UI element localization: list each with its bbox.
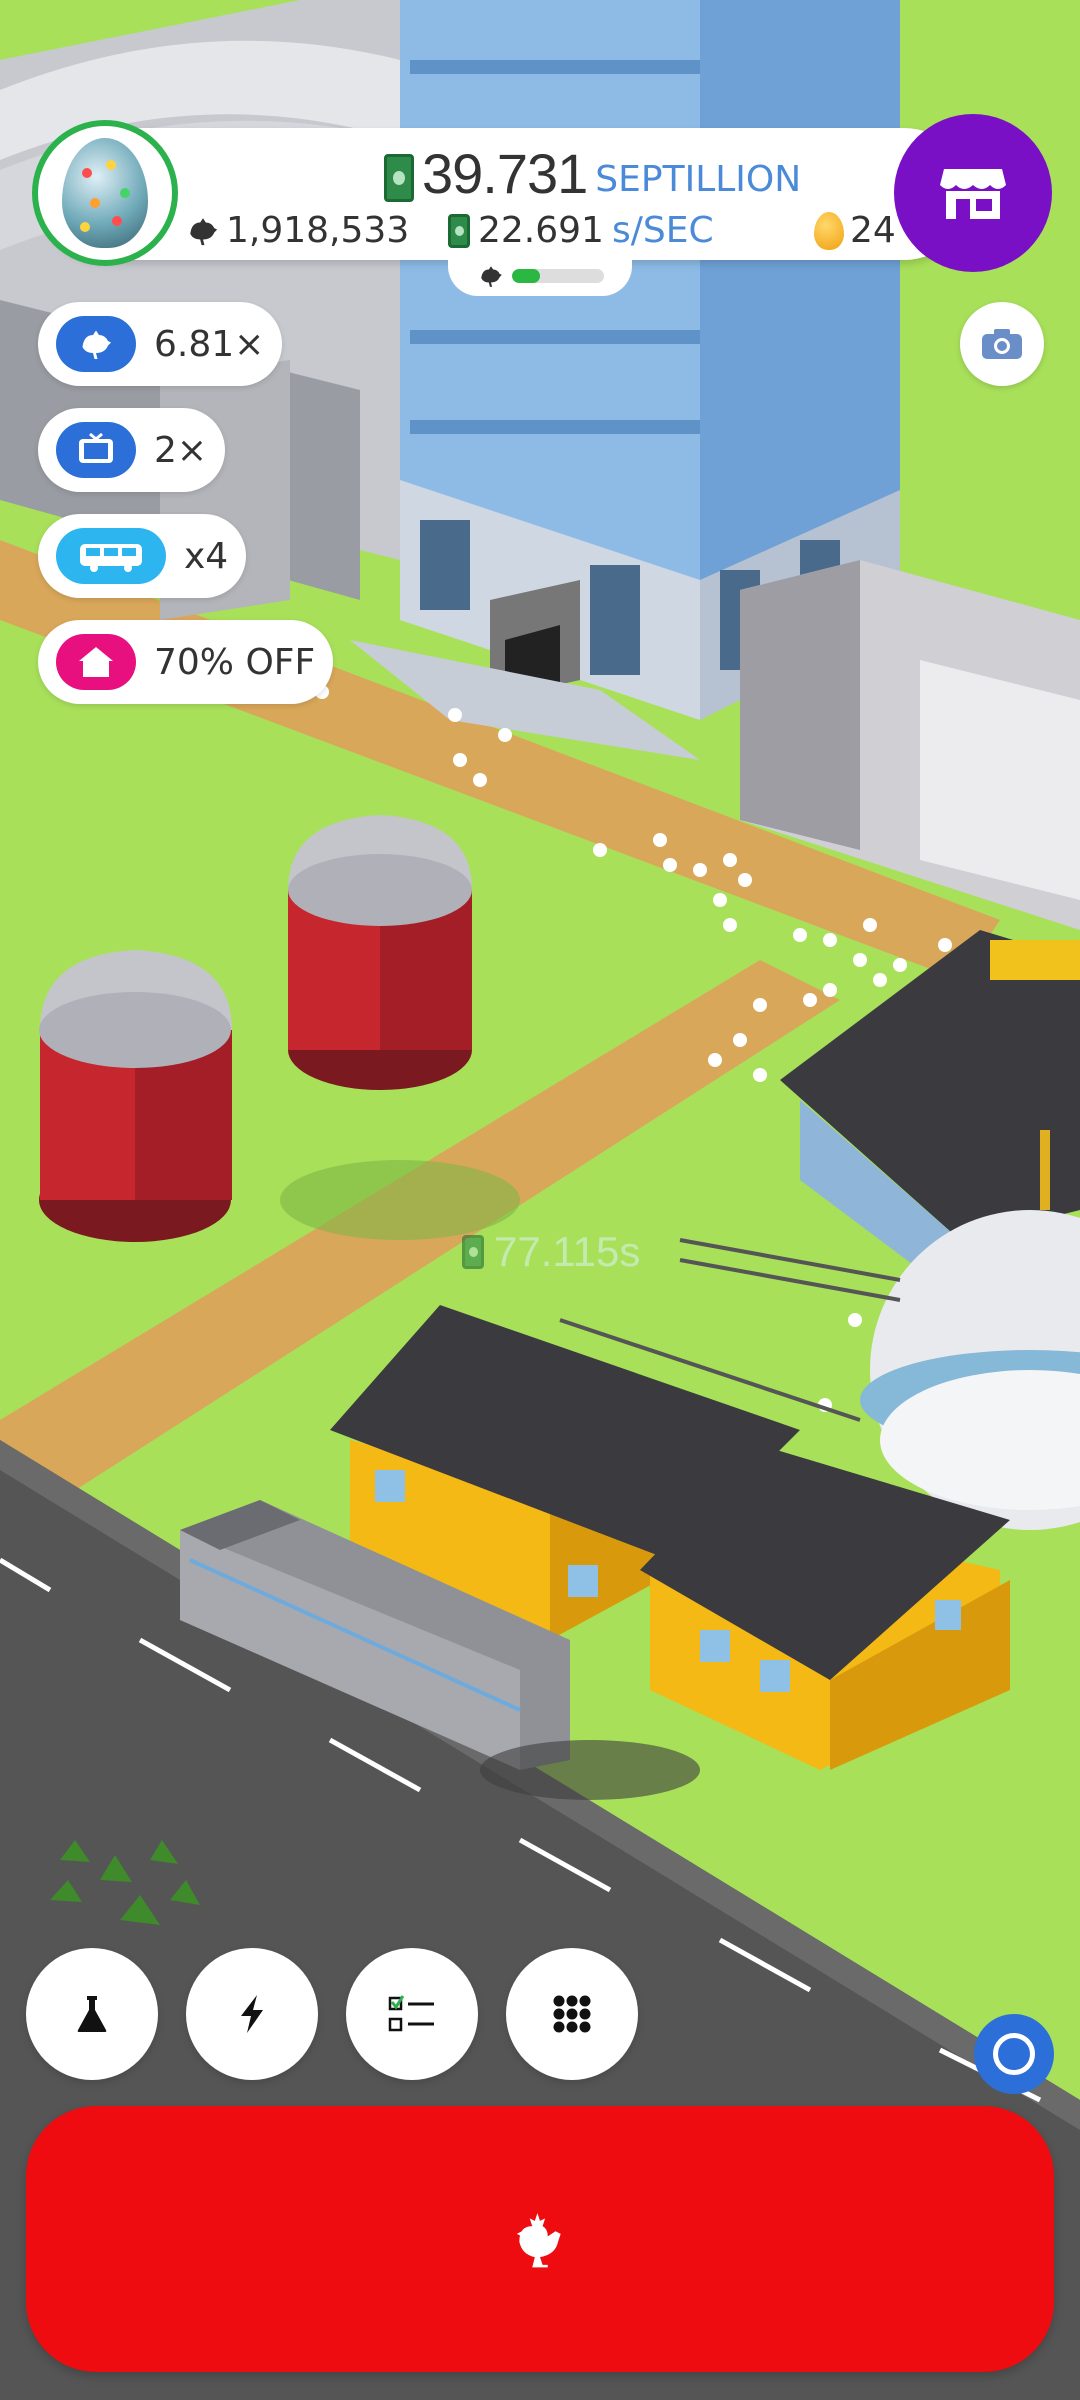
habitat-progress-fill: [512, 269, 540, 283]
silo-right: [288, 815, 472, 1090]
menu-button[interactable]: [506, 1948, 638, 2080]
earn-rate-value: 22.691: [478, 210, 604, 251]
drone-target-button[interactable]: [974, 2014, 1054, 2094]
money-unit: SEPTILLION: [595, 159, 802, 200]
menu-grid-icon: [553, 1995, 591, 2033]
boost-pill-chicken-multiplier[interactable]: 6.81×: [38, 302, 283, 386]
boost-label: 2×: [154, 429, 208, 471]
golden-egg-icon: [814, 211, 844, 250]
player-avatar[interactable]: [32, 120, 178, 266]
boost-label: 70% OFF: [154, 641, 316, 683]
camera-icon: [982, 329, 1022, 359]
chicken-icon: [481, 266, 502, 287]
chicken-count: 1,918,533: [186, 210, 409, 251]
research-button[interactable]: [26, 1948, 158, 2080]
boosts-button[interactable]: [186, 1948, 318, 2080]
golden-eggs[interactable]: 24: [814, 210, 896, 251]
chicken-icon: [516, 2213, 561, 2268]
house-icon: [56, 634, 136, 690]
cash-icon: [462, 1235, 484, 1269]
habitat-capacity[interactable]: [448, 256, 632, 296]
earn-rate-unit: s/SEC: [611, 210, 714, 251]
boost-pill-video-double[interactable]: 2×: [38, 408, 226, 492]
chicken-icon: [190, 217, 218, 245]
ring-icon: [993, 2033, 1035, 2075]
cash-icon: [384, 154, 414, 202]
chicken-count-value: 1,918,533: [226, 210, 410, 251]
silo-left: [39, 950, 232, 1242]
egg-icon: [62, 138, 148, 248]
boost-pill-shipping[interactable]: x4: [38, 514, 247, 598]
floating-earning-value: 77.115s: [494, 1228, 641, 1275]
missions-checklist-icon: [388, 1995, 434, 2032]
bus-icon: [56, 528, 166, 584]
store-icon: [940, 169, 1006, 219]
boost-lightning-icon: [241, 1995, 263, 2033]
shop-button[interactable]: [894, 114, 1052, 272]
earn-rate: 22.691 s/SEC: [448, 210, 714, 251]
boost-pill-sale[interactable]: 70% OFF: [38, 620, 334, 704]
tv-icon: [56, 422, 136, 478]
floating-earning: 77.115s: [462, 1228, 640, 1276]
boost-label: 6.81×: [154, 323, 265, 365]
camera-button[interactable]: [960, 302, 1044, 386]
chicken-icon: [56, 316, 136, 372]
money-value: 39.731: [422, 142, 588, 205]
hatch-chicken-button[interactable]: [26, 2106, 1054, 2372]
missions-button[interactable]: [346, 1948, 478, 2080]
cash-icon: [448, 213, 470, 248]
research-flask-icon: [77, 1996, 107, 2032]
golden-eggs-value: 24: [850, 210, 896, 251]
money-display: 39.731 SEPTILLION: [384, 146, 801, 202]
boost-label: x4: [184, 535, 229, 577]
habitat-progress-bar: [512, 269, 604, 283]
